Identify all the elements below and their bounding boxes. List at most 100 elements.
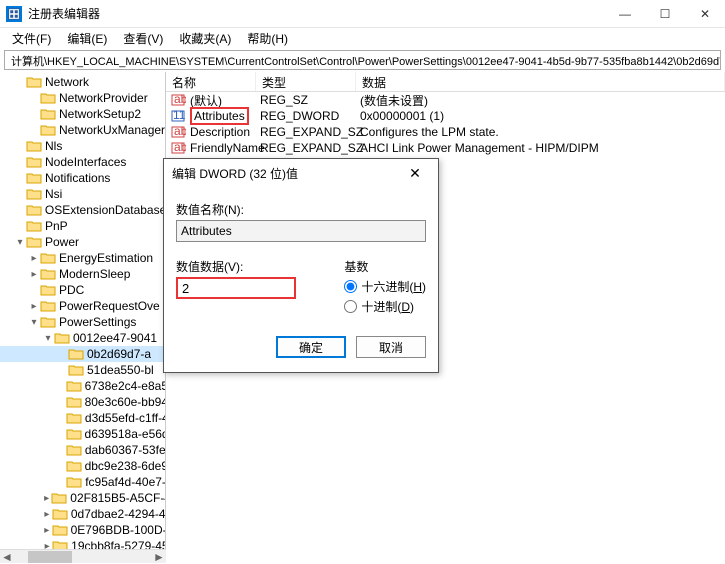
scroll-left-icon[interactable]: ◄: [0, 550, 14, 564]
tree-item-label: Network: [45, 75, 89, 89]
value-type-icon: ab: [170, 124, 186, 140]
dialog-close-button[interactable]: ✕: [400, 165, 430, 182]
col-data[interactable]: 数据: [356, 72, 725, 91]
tree-item[interactable]: ▾0012ee47-9041: [0, 330, 165, 346]
close-button[interactable]: ✕: [685, 0, 725, 28]
tree-item[interactable]: Network: [0, 74, 165, 90]
tree-item-label: 0b2d69d7-a: [87, 347, 151, 361]
menu-view[interactable]: 查看(V): [115, 28, 171, 48]
svg-text:110: 110: [173, 108, 186, 122]
tree-scrollbar[interactable]: ◄ ►: [0, 549, 166, 563]
tree-item[interactable]: ▾Power: [0, 234, 165, 250]
tree-item-label: 19cbb8fa-5279-450e: [71, 539, 165, 549]
value-name-field[interactable]: [176, 220, 426, 242]
scroll-right-icon[interactable]: ►: [152, 550, 166, 564]
col-name[interactable]: 名称: [166, 72, 256, 91]
tree-item[interactable]: ▸ 0E796BDB-100D-47D: [0, 522, 165, 538]
folder-icon: [66, 427, 82, 441]
tree-item[interactable]: 6738e2c4-e8a5-4a: [0, 378, 165, 394]
value-data-field[interactable]: [176, 277, 296, 299]
window-title: 注册表编辑器: [28, 5, 605, 22]
tree-item[interactable]: ▸ModernSleep: [0, 266, 165, 282]
chevron-icon[interactable]: ▸: [42, 541, 52, 550]
folder-icon: [40, 267, 56, 281]
list-row[interactable]: abFriendlyNameREG_EXPAND_SZAHCI Link Pow…: [166, 140, 725, 156]
tree-item[interactable]: ▾ PowerSettings: [0, 314, 165, 330]
chevron-icon[interactable]: ▸: [42, 525, 52, 536]
tree-item[interactable]: 51dea550-bl: [0, 362, 165, 378]
list-header: 名称 类型 数据: [166, 72, 725, 92]
tree-item-label: d3d55efd-c1ff-424: [85, 411, 165, 425]
tree-item[interactable]: ▸EnergyEstimation: [0, 250, 165, 266]
tree-item-label: Notifications: [45, 171, 110, 185]
value-data: AHCI Link Power Management - HIPM/DIPM: [356, 141, 725, 155]
chevron-icon[interactable]: ▾: [28, 317, 40, 328]
menu-favorites[interactable]: 收藏夹(A): [171, 28, 239, 48]
value-type: REG_SZ: [256, 93, 356, 107]
folder-icon: [54, 331, 70, 345]
chevron-icon[interactable]: ▸: [28, 269, 40, 280]
tree-item[interactable]: ▸0d7dbae2-4294-402a: [0, 506, 165, 522]
menu-help[interactable]: 帮助(H): [239, 28, 296, 48]
radio-hex-input[interactable]: [344, 280, 357, 293]
base-label: 基数: [344, 258, 426, 275]
tree-item[interactable]: 0b2d69d7-a: [0, 346, 165, 362]
menu-file[interactable]: 文件(F): [4, 28, 59, 48]
scroll-thumb[interactable]: [28, 551, 72, 563]
maximize-button[interactable]: ☐: [645, 0, 685, 28]
tree-item-label: 80e3c60e-bb94-4a: [85, 395, 165, 409]
tree-item-label: 0E796BDB-100D-47D: [71, 523, 165, 537]
tree-item[interactable]: fc95af4d-40e7-4b: [0, 474, 165, 490]
address-bar[interactable]: 计算机\HKEY_LOCAL_MACHINE\SYSTEM\CurrentCon…: [4, 50, 721, 70]
radio-dec-input[interactable]: [344, 300, 357, 313]
tree-item-label: PowerSettings: [59, 315, 136, 329]
tree-item[interactable]: NodeInterfaces: [0, 154, 165, 170]
folder-icon: [40, 299, 56, 313]
tree-item-label: d639518a-e56d-43: [85, 427, 165, 441]
tree-item[interactable]: ▸ 19cbb8fa-5279-450e: [0, 538, 165, 549]
chevron-icon[interactable]: ▾: [14, 237, 26, 248]
tree-item[interactable]: OSExtensionDatabase: [0, 202, 165, 218]
chevron-icon[interactable]: ▸: [42, 493, 51, 504]
svg-text:ab: ab: [174, 124, 186, 138]
tree-item[interactable]: 80e3c60e-bb94-4a: [0, 394, 165, 410]
tree-item[interactable]: PDC: [0, 282, 165, 298]
menu-edit[interactable]: 编辑(E): [59, 28, 115, 48]
tree-item[interactable]: NetworkProvider: [0, 90, 165, 106]
folder-icon: [66, 411, 82, 425]
col-type[interactable]: 类型: [256, 72, 356, 91]
tree-item[interactable]: NetworkSetup2: [0, 106, 165, 122]
tree-item[interactable]: d3d55efd-c1ff-424: [0, 410, 165, 426]
chevron-icon[interactable]: ▸: [28, 253, 40, 264]
chevron-icon[interactable]: ▾: [42, 333, 54, 344]
tree-item[interactable]: d639518a-e56d-43: [0, 426, 165, 442]
tree-item[interactable]: PnP: [0, 218, 165, 234]
radio-dec[interactable]: 十进制(D): [344, 298, 426, 315]
tree-item[interactable]: Nsi: [0, 186, 165, 202]
cancel-button[interactable]: 取消: [356, 336, 426, 358]
chevron-icon[interactable]: ▸: [42, 509, 52, 520]
folder-icon: [26, 75, 42, 89]
menubar: 文件(F) 编辑(E) 查看(V) 收藏夹(A) 帮助(H): [0, 28, 725, 48]
folder-icon: [26, 203, 42, 217]
tree-item-label: Nls: [45, 139, 62, 153]
tree-item[interactable]: dbc9e238-6de9-49: [0, 458, 165, 474]
list-row[interactable]: abDescriptionREG_EXPAND_SZConfigures the…: [166, 124, 725, 140]
folder-icon: [26, 219, 42, 233]
tree-item[interactable]: NetworkUxManager: [0, 122, 165, 138]
folder-icon: [51, 491, 67, 505]
tree-item-label: NetworkProvider: [59, 91, 148, 105]
tree-item[interactable]: ▸02F815B5-A5CF-4C84: [0, 490, 165, 506]
tree-item[interactable]: Nls: [0, 138, 165, 154]
list-row[interactable]: ab(默认)REG_SZ(数值未设置): [166, 92, 725, 108]
radio-hex[interactable]: 十六进制(H): [344, 278, 426, 295]
tree-item[interactable]: dab60367-53fe-4fl: [0, 442, 165, 458]
tree-item[interactable]: Notifications: [0, 170, 165, 186]
tree-item[interactable]: ▸PowerRequestOve: [0, 298, 165, 314]
tree-item-label: Nsi: [45, 187, 62, 201]
ok-button[interactable]: 确定: [276, 336, 346, 358]
chevron-icon[interactable]: ▸: [28, 301, 40, 312]
list-row[interactable]: 110AttributesREG_DWORD0x00000001 (1): [166, 108, 725, 124]
minimize-button[interactable]: —: [605, 0, 645, 28]
folder-icon: [26, 171, 42, 185]
